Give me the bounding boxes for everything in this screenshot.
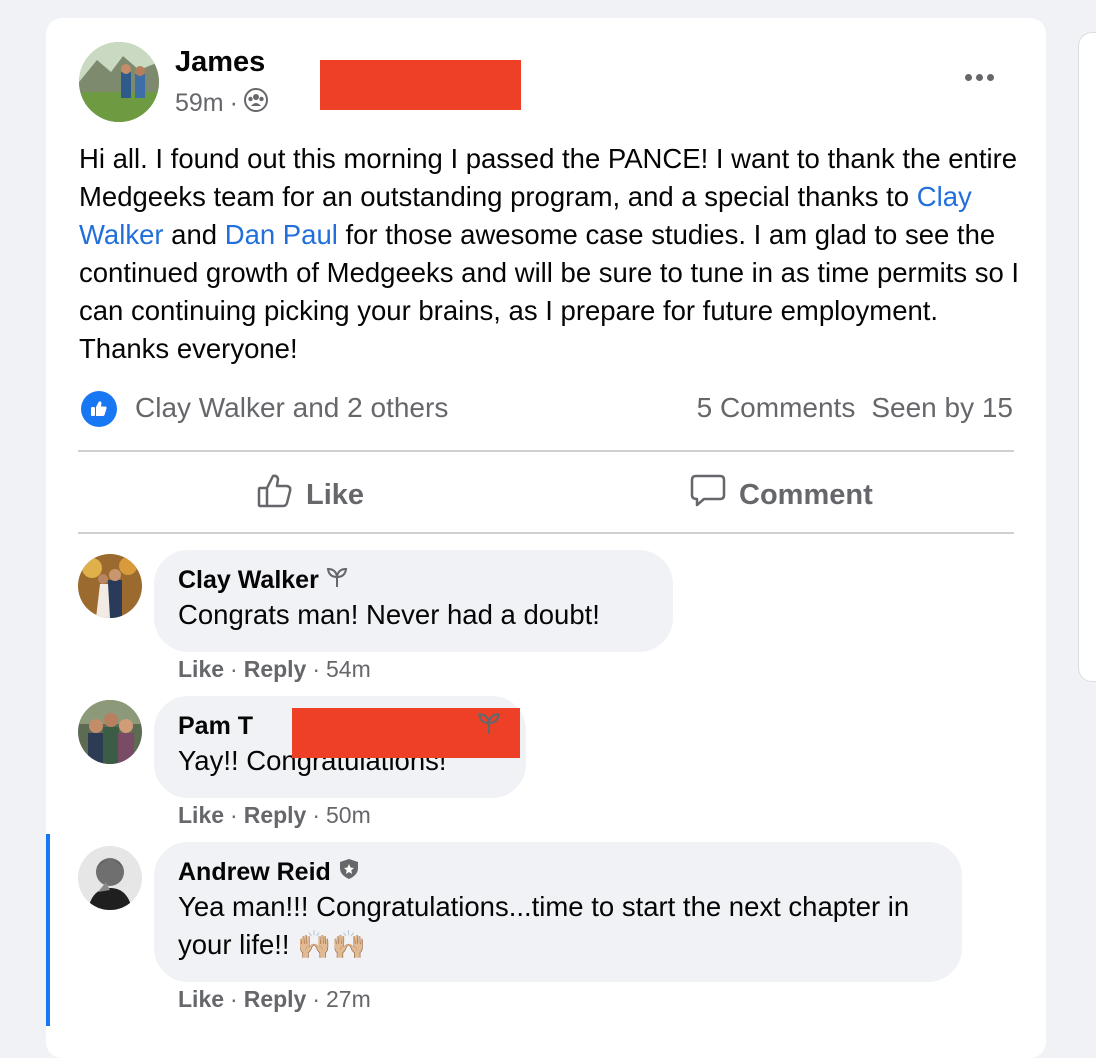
author-name[interactable]: James [175, 46, 265, 79]
separator: · [312, 656, 321, 682]
group-audience-icon [243, 88, 268, 119]
comment-time[interactable]: 54m [326, 656, 371, 683]
separator: · [230, 656, 238, 682]
comment-author-name[interactable]: Andrew Reid [178, 858, 331, 887]
post-stats: 5 Comments Seen by 15 [697, 392, 1013, 424]
rising-star-icon [476, 710, 502, 741]
mention-dan-paul[interactable]: Dan Paul [225, 219, 338, 250]
comment-icon [689, 472, 727, 518]
comment-bubble: Clay Walker Congrats man! Never had a do… [154, 550, 673, 652]
comments-count[interactable]: 5 Comments [697, 392, 856, 424]
comment-time[interactable]: 50m [326, 802, 371, 829]
comment-button-label: Comment [739, 478, 873, 511]
comment-author: Andrew Reid [178, 856, 938, 888]
post-card: James 59m · Hi all. I found out this mor… [46, 18, 1046, 1058]
comment-bubble: Andrew Reid Yea man!!! Congratulations..… [154, 842, 962, 982]
comment-author-name[interactable]: Pam T [178, 712, 253, 741]
post-time[interactable]: 59m [175, 89, 224, 118]
post-meta: 59m · [175, 88, 268, 119]
comment-author-name[interactable]: Clay Walker [178, 566, 319, 595]
post-text-part: and [163, 219, 225, 250]
commenter-avatar[interactable] [78, 554, 142, 618]
rising-star-icon [325, 565, 349, 596]
post-text-part: Hi all. I found out this morning I passe… [79, 143, 1018, 212]
like-button-label: Like [306, 478, 365, 511]
like-reaction-icon[interactable] [81, 391, 117, 427]
side-panel [1078, 32, 1096, 682]
comment-actions: Like · Reply · 54m [178, 656, 371, 683]
commenter-avatar[interactable] [78, 846, 142, 910]
separator: · [312, 986, 321, 1012]
author-avatar[interactable] [79, 42, 159, 122]
comment-author: Clay Walker [178, 564, 649, 596]
comment-text: Congrats man! Never had a doubt! [178, 599, 600, 630]
divider [78, 532, 1014, 534]
admin-shield-icon [337, 857, 361, 888]
redaction-block [320, 60, 521, 110]
comment-reply-link[interactable]: Reply [244, 986, 307, 1013]
reactions-summary[interactable]: Clay Walker and 2 others [135, 392, 448, 424]
comment-time[interactable]: 27m [326, 986, 371, 1013]
meta-separator: · [229, 89, 238, 117]
comment-like-link[interactable]: Like [178, 802, 224, 829]
like-button[interactable]: Like [256, 470, 364, 520]
comment-reply-link[interactable]: Reply [244, 802, 307, 829]
comment-actions: Like · Reply · 27m [178, 986, 371, 1013]
separator: · [312, 802, 321, 828]
more-options-icon[interactable] [958, 62, 1000, 92]
like-icon [256, 472, 294, 518]
comment-text: Yea man!!! Congratulations...time to sta… [178, 891, 910, 960]
comment-like-link[interactable]: Like [178, 986, 224, 1013]
comment-like-link[interactable]: Like [178, 656, 224, 683]
separator: · [230, 986, 238, 1012]
post-text: Hi all. I found out this morning I passe… [79, 140, 1029, 368]
comment-highlight-bar [46, 834, 50, 1026]
separator: · [230, 802, 238, 828]
commenter-avatar[interactable] [78, 700, 142, 764]
comment-button[interactable]: Comment [689, 470, 873, 520]
divider [78, 450, 1014, 452]
comment-reply-link[interactable]: Reply [244, 656, 307, 683]
seen-by[interactable]: Seen by 15 [871, 392, 1013, 424]
comment-actions: Like · Reply · 50m [178, 802, 371, 829]
